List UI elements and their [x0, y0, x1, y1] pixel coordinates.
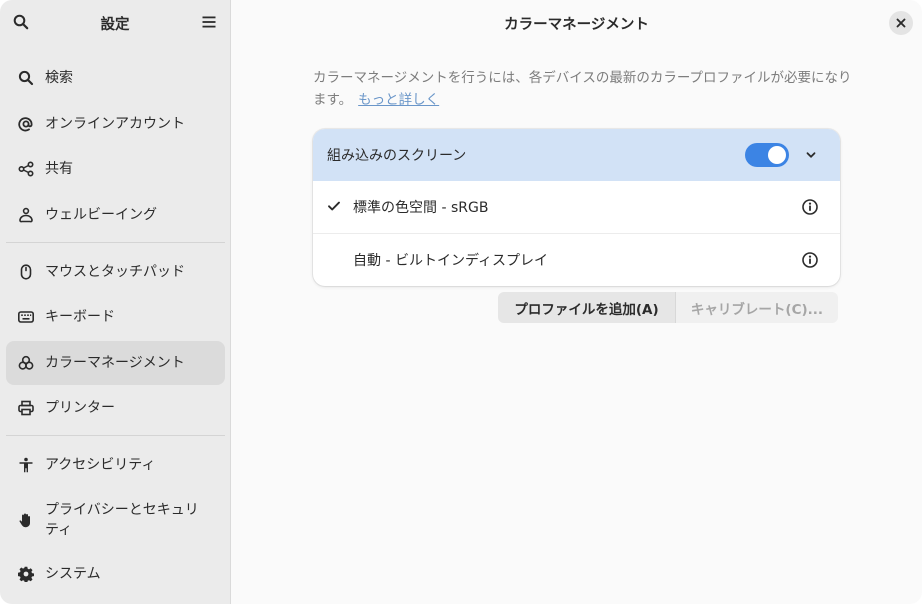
sidebar-title: 設定 — [100, 17, 130, 33]
color-icon — [18, 355, 34, 371]
profile-label: 標準の色空間 - sRGB — [353, 200, 489, 216]
sidebar-item-online-accounts[interactable]: オンラインアカウント — [6, 102, 225, 146]
profile-label: 自動 - ビルトインディスプレイ — [353, 253, 548, 269]
chevron-down-icon — [806, 152, 816, 158]
sidebar-item-keyboard[interactable]: キーボード — [6, 295, 225, 339]
checkmark-icon — [327, 199, 341, 217]
device-name: 組み込みのスクリーン — [327, 148, 467, 164]
sidebar-separator — [6, 435, 225, 436]
main-menu-button[interactable] — [197, 10, 221, 34]
share-icon — [18, 161, 34, 177]
sidebar-header: 設定 — [0, 0, 230, 46]
page-title: カラーマネージメント — [504, 17, 649, 33]
printer-icon — [18, 400, 34, 416]
sidebar-separator — [6, 241, 225, 243]
sidebar-item-label: キーボード — [45, 309, 115, 325]
settings-window: 設定 検索 オンラインアカウント 共有 ウェルビーイング マウスとタッチパッド … — [0, 0, 922, 604]
close-button[interactable] — [889, 11, 913, 35]
sidebar-item-label: 検索 — [45, 70, 73, 86]
description: カラーマネージメントを行うには、各デバイスの最新のカラープロファイルが必要になり… — [313, 67, 853, 111]
hamburger-icon — [202, 16, 216, 28]
sidebar-item-label: 共有 — [45, 161, 73, 177]
sidebar-item-sharing[interactable]: 共有 — [6, 147, 225, 191]
search-icon — [18, 70, 34, 86]
sidebar-item-privacy-security[interactable]: プライバシーとセキュリティ — [6, 489, 225, 551]
sidebar-item-label: プリンター — [45, 400, 115, 416]
toggle-knob — [768, 146, 786, 164]
hand-icon — [18, 512, 34, 528]
sidebar-list: 検索 オンラインアカウント 共有 ウェルビーイング マウスとタッチパッド キーボ… — [6, 56, 225, 598]
sidebar-item-printers[interactable]: プリンター — [6, 386, 225, 430]
sidebar-item-wellbeing[interactable]: ウェルビーイング — [6, 193, 225, 237]
learn-more-link[interactable]: もっと詳しく — [358, 92, 439, 108]
sidebar-item-label: アクセシビリティ — [45, 457, 156, 473]
sidebar-item-label: ウェルビーイング — [45, 206, 157, 223]
accessibility-icon — [18, 457, 34, 473]
info-icon[interactable] — [801, 198, 819, 216]
sidebar-item-color-management[interactable]: カラーマネージメント — [6, 340, 225, 385]
gear-icon — [18, 566, 34, 582]
sidebar-item-label: オンラインアカウント — [45, 115, 185, 132]
device-toggle[interactable] — [745, 143, 789, 167]
sidebar-item-mouse-touchpad[interactable]: マウスとタッチパッド — [6, 250, 225, 294]
device-row[interactable]: 組み込みのスクリーン — [313, 129, 840, 181]
calibrate-button[interactable]: キャリブレート(C)... — [676, 292, 838, 323]
profile-row-auto[interactable]: 自動 - ビルトインディスプレイ — [313, 233, 840, 285]
sidebar-item-label: システム — [45, 566, 101, 582]
wellbeing-icon — [18, 207, 34, 223]
sidebar-item-label: カラーマネージメント — [45, 354, 185, 371]
sidebar-item-label: プライバシーとセキュリティ — [45, 501, 199, 538]
sidebar-item-system[interactable]: システム — [6, 552, 225, 596]
close-icon — [896, 18, 906, 28]
mouse-icon — [18, 263, 34, 280]
info-icon[interactable] — [801, 251, 819, 269]
sidebar-item-accessibility[interactable]: アクセシビリティ — [6, 443, 225, 487]
sidebar: 設定 検索 オンラインアカウント 共有 ウェルビーイング マウスとタッチパッド … — [0, 0, 231, 604]
sidebar-item-search[interactable]: 検索 — [6, 56, 225, 100]
device-card: 組み込みのスクリーン 標準の色空間 - sRGB 自動 - ビルトインディスプレ… — [313, 129, 840, 286]
add-profile-button[interactable]: プロファイルを追加(A) — [498, 292, 676, 323]
expand-button[interactable] — [801, 145, 821, 165]
profile-actions: プロファイルを追加(A) キャリブレート(C)... — [498, 292, 838, 323]
sidebar-item-label: マウスとタッチパッド — [45, 263, 185, 280]
at-sign-icon — [18, 116, 34, 132]
profile-row-srgb[interactable]: 標準の色空間 - sRGB — [313, 181, 840, 233]
keyboard-icon — [18, 309, 34, 325]
